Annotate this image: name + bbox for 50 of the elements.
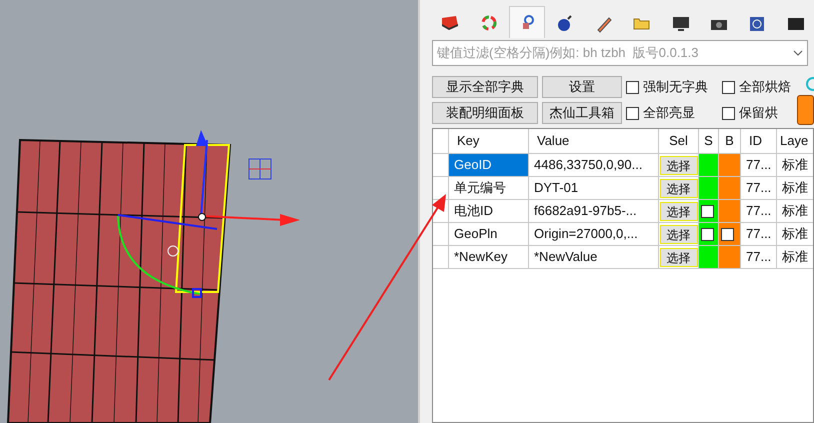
column-header[interactable]: Sel (659, 129, 699, 154)
checkbox[interactable] (626, 80, 639, 94)
table-cell: *NewKey (449, 246, 529, 269)
table-cell: Origin=27000,0,... (529, 223, 659, 246)
checkbox-label: 保留烘 (739, 104, 778, 122)
dropdown-caret-icon[interactable] (793, 50, 803, 56)
column-header[interactable]: Laye (777, 129, 813, 154)
table-cell: GeoPln (449, 223, 529, 246)
table-cell: 单元编号 (449, 177, 529, 200)
select-button[interactable]: 选择 (660, 224, 698, 244)
select-button[interactable]: 选择 (660, 156, 698, 174)
table-cell: 4486,33750,0,90... (529, 154, 659, 177)
color-cell (719, 154, 741, 177)
checkbox[interactable] (626, 106, 639, 120)
table-cell: DYT-01 (529, 177, 659, 200)
panel-button[interactable]: 设置 (542, 76, 622, 98)
table-cell: 77... (741, 200, 777, 223)
panel-button[interactable]: 显示全部字典 (432, 76, 538, 98)
monitor-icon (670, 14, 691, 34)
panel-button[interactable]: 装配明细面板 (432, 102, 538, 124)
table-cell: 标准 (777, 246, 813, 269)
table-cell: 77... (741, 154, 777, 177)
checkbox[interactable] (701, 228, 714, 240)
column-header[interactable]: ID (741, 129, 777, 154)
table-cell: 77... (741, 223, 777, 246)
table-cell: 标准 (777, 200, 813, 223)
table-cell: f6682a91-97b5-... (529, 200, 659, 223)
table-cell: 标准 (777, 154, 813, 177)
table-cell: 标准 (777, 177, 813, 200)
table-cell: 77... (741, 177, 777, 200)
select-button[interactable]: 选择 (660, 178, 698, 198)
checkbox[interactable] (722, 106, 735, 120)
select-button[interactable]: 选择 (660, 248, 698, 266)
column-header[interactable]: Value (529, 129, 659, 154)
table-cell: 电池ID (449, 200, 529, 223)
table-cell: GeoID (449, 154, 529, 177)
grid-icon (248, 158, 273, 180)
checkbox[interactable] (722, 80, 735, 94)
table-cell: 标准 (777, 223, 813, 246)
select-button[interactable]: 选择 (660, 202, 698, 220)
checkbox[interactable] (721, 228, 734, 240)
checkbox-label: 全部亮显 (643, 104, 695, 122)
color-cell (719, 177, 741, 200)
checkbox[interactable] (701, 204, 714, 218)
table-cell: *NewValue (529, 246, 659, 269)
checkbox-label: 全部烘焙 (739, 78, 791, 96)
checkbox-label: 强制无字典 (643, 78, 708, 96)
panel-button[interactable]: 杰仙工具箱 (542, 102, 622, 124)
table-cell: 77... (741, 246, 777, 269)
filter-combobox[interactable]: 键值过滤(空格分隔)例如: bh tzbh 版号0.0.1.3 (432, 40, 808, 66)
